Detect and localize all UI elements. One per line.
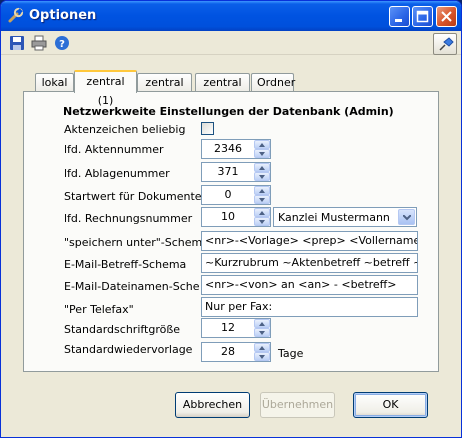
print-icon[interactable] bbox=[31, 35, 47, 51]
ablagenummer-value[interactable]: 371 bbox=[202, 163, 254, 181]
spin-up-button[interactable] bbox=[254, 186, 270, 195]
chevron-down-icon bbox=[403, 215, 411, 221]
kanzlei-select[interactable]: Kanzlei Mustermann bbox=[273, 207, 417, 227]
standardschrift-stepper[interactable]: 12 bbox=[201, 318, 271, 338]
close-icon bbox=[441, 11, 452, 22]
minimize-icon bbox=[395, 19, 402, 22]
window-title: Optionen bbox=[29, 8, 97, 23]
standardschrift-label: Standardschriftgröße bbox=[64, 323, 181, 336]
apply-button[interactable]: Übernehmen bbox=[260, 392, 335, 418]
spin-down-button[interactable] bbox=[254, 195, 270, 204]
spin-up-button[interactable] bbox=[254, 140, 270, 149]
tage-label: Tage bbox=[278, 347, 304, 360]
wrench-icon bbox=[8, 7, 24, 23]
tab-ordner[interactable]: Ordner bbox=[251, 73, 295, 92]
per-telefax-label: "Per Telefax" bbox=[64, 303, 134, 316]
email-dateinamen-input[interactable]: <nr>-<von> an <an> - <betreff> bbox=[201, 275, 418, 295]
close-button[interactable] bbox=[436, 6, 457, 27]
svg-text:?: ? bbox=[59, 39, 65, 50]
spin-down-button[interactable] bbox=[254, 172, 270, 181]
aktennummer-value[interactable]: 2346 bbox=[202, 140, 254, 158]
help-icon[interactable]: ? bbox=[54, 35, 70, 51]
pin-button[interactable] bbox=[433, 33, 457, 55]
aktenzeichen-checkbox[interactable] bbox=[201, 122, 214, 135]
tab-zentral-3[interactable]: zentral (3) bbox=[195, 73, 250, 106]
spin-down-button[interactable] bbox=[254, 352, 270, 361]
spin-down-button[interactable] bbox=[254, 328, 270, 337]
wiedervorlage-stepper[interactable]: 28 bbox=[201, 342, 271, 362]
email-dateinamen-label: E-Mail-Dateinamen-Sche bbox=[64, 280, 200, 293]
rechnungsnummer-label: lfd. Rechnungsnummer bbox=[64, 212, 193, 225]
wiedervorlage-label: Standardwiedervorlage bbox=[64, 343, 193, 356]
rechnungsnummer-value[interactable]: 10 bbox=[202, 208, 254, 226]
spin-up-button[interactable] bbox=[254, 343, 270, 352]
tab-zentral-1[interactable]: zentral (1) bbox=[74, 70, 137, 107]
standardschrift-value[interactable]: 12 bbox=[202, 319, 254, 337]
spin-down-button[interactable] bbox=[254, 149, 270, 158]
ablagenummer-stepper[interactable]: 371 bbox=[201, 162, 271, 182]
toolbar: ? bbox=[1, 31, 461, 55]
spin-up-button[interactable] bbox=[254, 163, 270, 172]
pin-icon bbox=[439, 37, 454, 51]
dropdown-button[interactable] bbox=[398, 209, 415, 225]
startwert-label: Startwert für Dokumente bbox=[64, 190, 202, 203]
aktennummer-stepper[interactable]: 2346 bbox=[201, 139, 271, 159]
ok-button[interactable]: OK bbox=[353, 392, 428, 418]
startwert-value[interactable]: 0 bbox=[202, 186, 254, 204]
maximize-button[interactable] bbox=[412, 6, 433, 27]
email-betreff-label: E-Mail-Betreff-Schema bbox=[64, 258, 187, 271]
maximize-icon bbox=[416, 10, 429, 23]
speichern-schema-label: "speichern unter"-Schema bbox=[64, 236, 209, 249]
speichern-schema-input[interactable]: <nr>-<Vorlage> <prep> <Vollername> bbox=[201, 231, 418, 251]
wiedervorlage-value[interactable]: 28 bbox=[202, 343, 254, 361]
spin-up-button[interactable] bbox=[254, 319, 270, 328]
options-window: Optionen ? lokal zentral (1) zentral zen… bbox=[0, 0, 462, 438]
aktenzeichen-label: Aktenzeichen beliebig bbox=[64, 123, 186, 136]
spin-up-button[interactable] bbox=[254, 208, 270, 217]
ablagenummer-label: lfd. Ablagenummer bbox=[64, 167, 170, 180]
spin-down-button[interactable] bbox=[254, 217, 270, 226]
aktennummer-label: lfd. Aktennummer bbox=[64, 143, 164, 156]
minimize-button[interactable] bbox=[389, 6, 410, 27]
email-betreff-input[interactable]: ~Kurzrubrum ~Aktenbetreff ~betreff ~Az bbox=[201, 253, 418, 273]
startwert-stepper[interactable]: 0 bbox=[201, 185, 271, 205]
per-telefax-input[interactable]: Nur per Fax: bbox=[201, 297, 418, 317]
kanzlei-select-value: Kanzlei Mustermann bbox=[278, 211, 390, 224]
title-bar[interactable]: Optionen bbox=[1, 1, 461, 31]
tab-zentral-2[interactable]: zentral (2) bbox=[137, 73, 192, 106]
save-icon[interactable] bbox=[9, 35, 25, 51]
rechnungsnummer-stepper[interactable]: 10 bbox=[201, 207, 271, 227]
tab-lokal[interactable]: lokal bbox=[35, 73, 74, 92]
cancel-button[interactable]: Abbrechen bbox=[175, 392, 250, 418]
